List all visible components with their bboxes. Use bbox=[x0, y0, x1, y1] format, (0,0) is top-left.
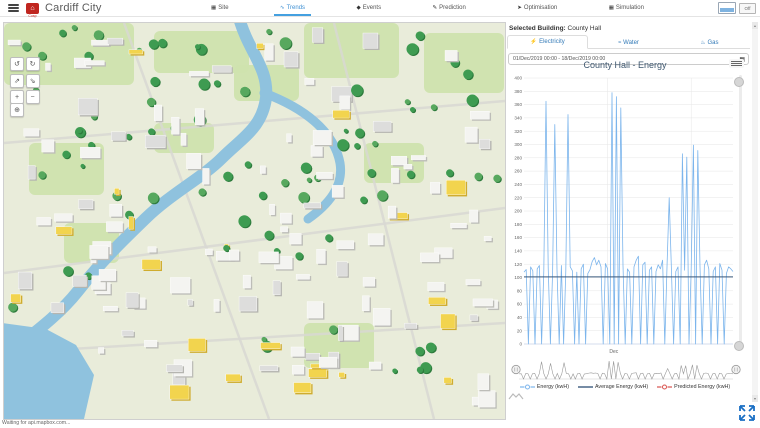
city-map-canvas bbox=[4, 23, 505, 419]
city-map-3d[interactable]: ↺↻⇗⇘+− ⊕ bbox=[3, 22, 506, 420]
scroll-up-icon[interactable]: ▲ bbox=[752, 22, 758, 29]
chart-navigator[interactable] bbox=[511, 358, 741, 384]
topbar-actions: Off bbox=[718, 2, 756, 14]
svg-text:220: 220 bbox=[514, 195, 522, 200]
legend-marker-icon bbox=[578, 384, 593, 390]
svg-text:360: 360 bbox=[514, 102, 522, 107]
svg-text:180: 180 bbox=[514, 222, 522, 227]
nav-item-simulation[interactable]: ▦Simulation bbox=[603, 1, 650, 16]
legend-item-energy[interactable]: Energy (kwH) bbox=[520, 384, 569, 390]
logo-house-icon: ⌂ bbox=[30, 5, 34, 12]
chart-legend: Energy (kwH) Average Energy (kwH) Predicte… bbox=[507, 384, 743, 390]
legend-item-average[interactable]: Average Energy (kwH) bbox=[578, 384, 648, 390]
pencil-icon: ✎ bbox=[433, 5, 438, 11]
flame-icon: ♨ bbox=[701, 40, 706, 46]
utility-tabs: ⚡Electricity≈Water♨Gas bbox=[507, 35, 750, 49]
navigator-handle-right[interactable] bbox=[732, 365, 740, 373]
svg-text:120: 120 bbox=[514, 262, 522, 267]
svg-text:280: 280 bbox=[514, 155, 522, 160]
chart-icon: ∿ bbox=[280, 5, 285, 11]
rotate-cw-icon[interactable]: ↻ bbox=[26, 57, 40, 71]
svg-text:Dec: Dec bbox=[609, 349, 618, 355]
zoom-out-icon[interactable]: − bbox=[26, 90, 40, 104]
rotate-ccw-icon[interactable]: ↺ bbox=[10, 57, 24, 71]
selected-building: Selected Building: County Hall bbox=[507, 22, 750, 35]
svg-text:340: 340 bbox=[514, 116, 522, 121]
svg-text:400: 400 bbox=[514, 76, 522, 81]
svg-text:60: 60 bbox=[517, 302, 523, 307]
tab-water[interactable]: ≈Water bbox=[588, 35, 669, 49]
building-icon: ▦ bbox=[211, 5, 216, 11]
tilt-up-icon[interactable]: ⇗ bbox=[10, 74, 24, 88]
svg-text:240: 240 bbox=[514, 182, 522, 187]
logo-text: Cusp bbox=[26, 14, 39, 18]
chart-title: County Hall - Energy bbox=[507, 60, 743, 70]
chart-scrollbar[interactable] bbox=[739, 75, 742, 347]
app-logo: ⌂ Cusp bbox=[26, 3, 39, 14]
svg-text:40: 40 bbox=[517, 315, 523, 320]
svg-text:380: 380 bbox=[514, 89, 522, 94]
resize-zigzag-icon bbox=[508, 392, 524, 400]
chart-scroll-knob-bottom[interactable] bbox=[734, 341, 744, 351]
legend-marker-icon bbox=[657, 384, 672, 390]
lightning-icon: ⚡ bbox=[530, 39, 537, 45]
svg-text:300: 300 bbox=[514, 142, 522, 147]
svg-text:140: 140 bbox=[514, 249, 522, 254]
top-bar: ⌂ Cusp Cardiff City ▦Site ∿Trends ◆Events ✎… bbox=[0, 0, 760, 17]
chart-scroll-knob-top[interactable] bbox=[734, 77, 744, 87]
off-button[interactable]: Off bbox=[739, 3, 756, 14]
navigator-handle-left[interactable] bbox=[512, 365, 520, 373]
browser-status-text: Waiting for api.mapbox.com... bbox=[2, 420, 70, 426]
scroll-down-icon[interactable]: ▼ bbox=[752, 395, 758, 402]
svg-text:320: 320 bbox=[514, 129, 522, 134]
hamburger-icon[interactable] bbox=[8, 3, 19, 14]
tab-gas[interactable]: ♨Gas bbox=[669, 35, 750, 49]
legend-marker-icon bbox=[520, 384, 535, 390]
svg-text:100: 100 bbox=[514, 275, 522, 280]
grid-icon: ▦ bbox=[609, 5, 614, 11]
svg-text:0: 0 bbox=[519, 342, 522, 347]
tab-electricity[interactable]: ⚡Electricity bbox=[507, 35, 588, 49]
bell-icon: ◆ bbox=[357, 5, 361, 11]
panel-layout-icon[interactable] bbox=[718, 2, 736, 14]
page-title: Cardiff City bbox=[45, 2, 102, 14]
trends-panel: Selected Building: County Hall ⚡Electric… bbox=[507, 22, 750, 402]
selected-building-label: Selected Building: bbox=[509, 25, 566, 32]
svg-text:200: 200 bbox=[514, 209, 522, 214]
zoom-in-icon[interactable]: + bbox=[10, 90, 24, 104]
panel-scrollbar[interactable]: ▲ ▼ bbox=[752, 22, 758, 402]
locate-icon[interactable]: ⊕ bbox=[10, 103, 24, 117]
map-controls: ↺↻⇗⇘+− bbox=[10, 57, 39, 104]
selected-building-value: County Hall bbox=[568, 25, 602, 32]
nav-item-site[interactable]: ▦Site bbox=[205, 1, 235, 16]
svg-text:160: 160 bbox=[514, 235, 522, 240]
nav-item-prediction[interactable]: ✎Prediction bbox=[427, 1, 472, 16]
svg-text:80: 80 bbox=[517, 288, 523, 293]
water-drop-icon: ≈ bbox=[618, 40, 621, 46]
fullscreen-expand-icon[interactable] bbox=[738, 404, 756, 422]
tilt-down-icon[interactable]: ⇘ bbox=[26, 74, 40, 88]
nav-item-optimisation[interactable]: ➤Optimisation bbox=[511, 1, 563, 16]
legend-item-predicted[interactable]: Predicted Energy (kwH) bbox=[657, 384, 730, 390]
nav-item-trends[interactable]: ∿Trends bbox=[274, 1, 311, 16]
send-icon: ➤ bbox=[517, 5, 522, 11]
chart-menu-icon[interactable] bbox=[729, 59, 744, 68]
nav-item-events[interactable]: ◆Events bbox=[351, 1, 388, 16]
main-nav: ▦Site ∿Trends ◆Events ✎Prediction ➤Optimisat… bbox=[205, 0, 650, 16]
energy-chart[interactable]: 0 20 40 60 80 100 120 140 160 180 200 220 240 260 280 3… bbox=[507, 72, 743, 360]
svg-text:260: 260 bbox=[514, 169, 522, 174]
svg-text:20: 20 bbox=[517, 328, 523, 333]
